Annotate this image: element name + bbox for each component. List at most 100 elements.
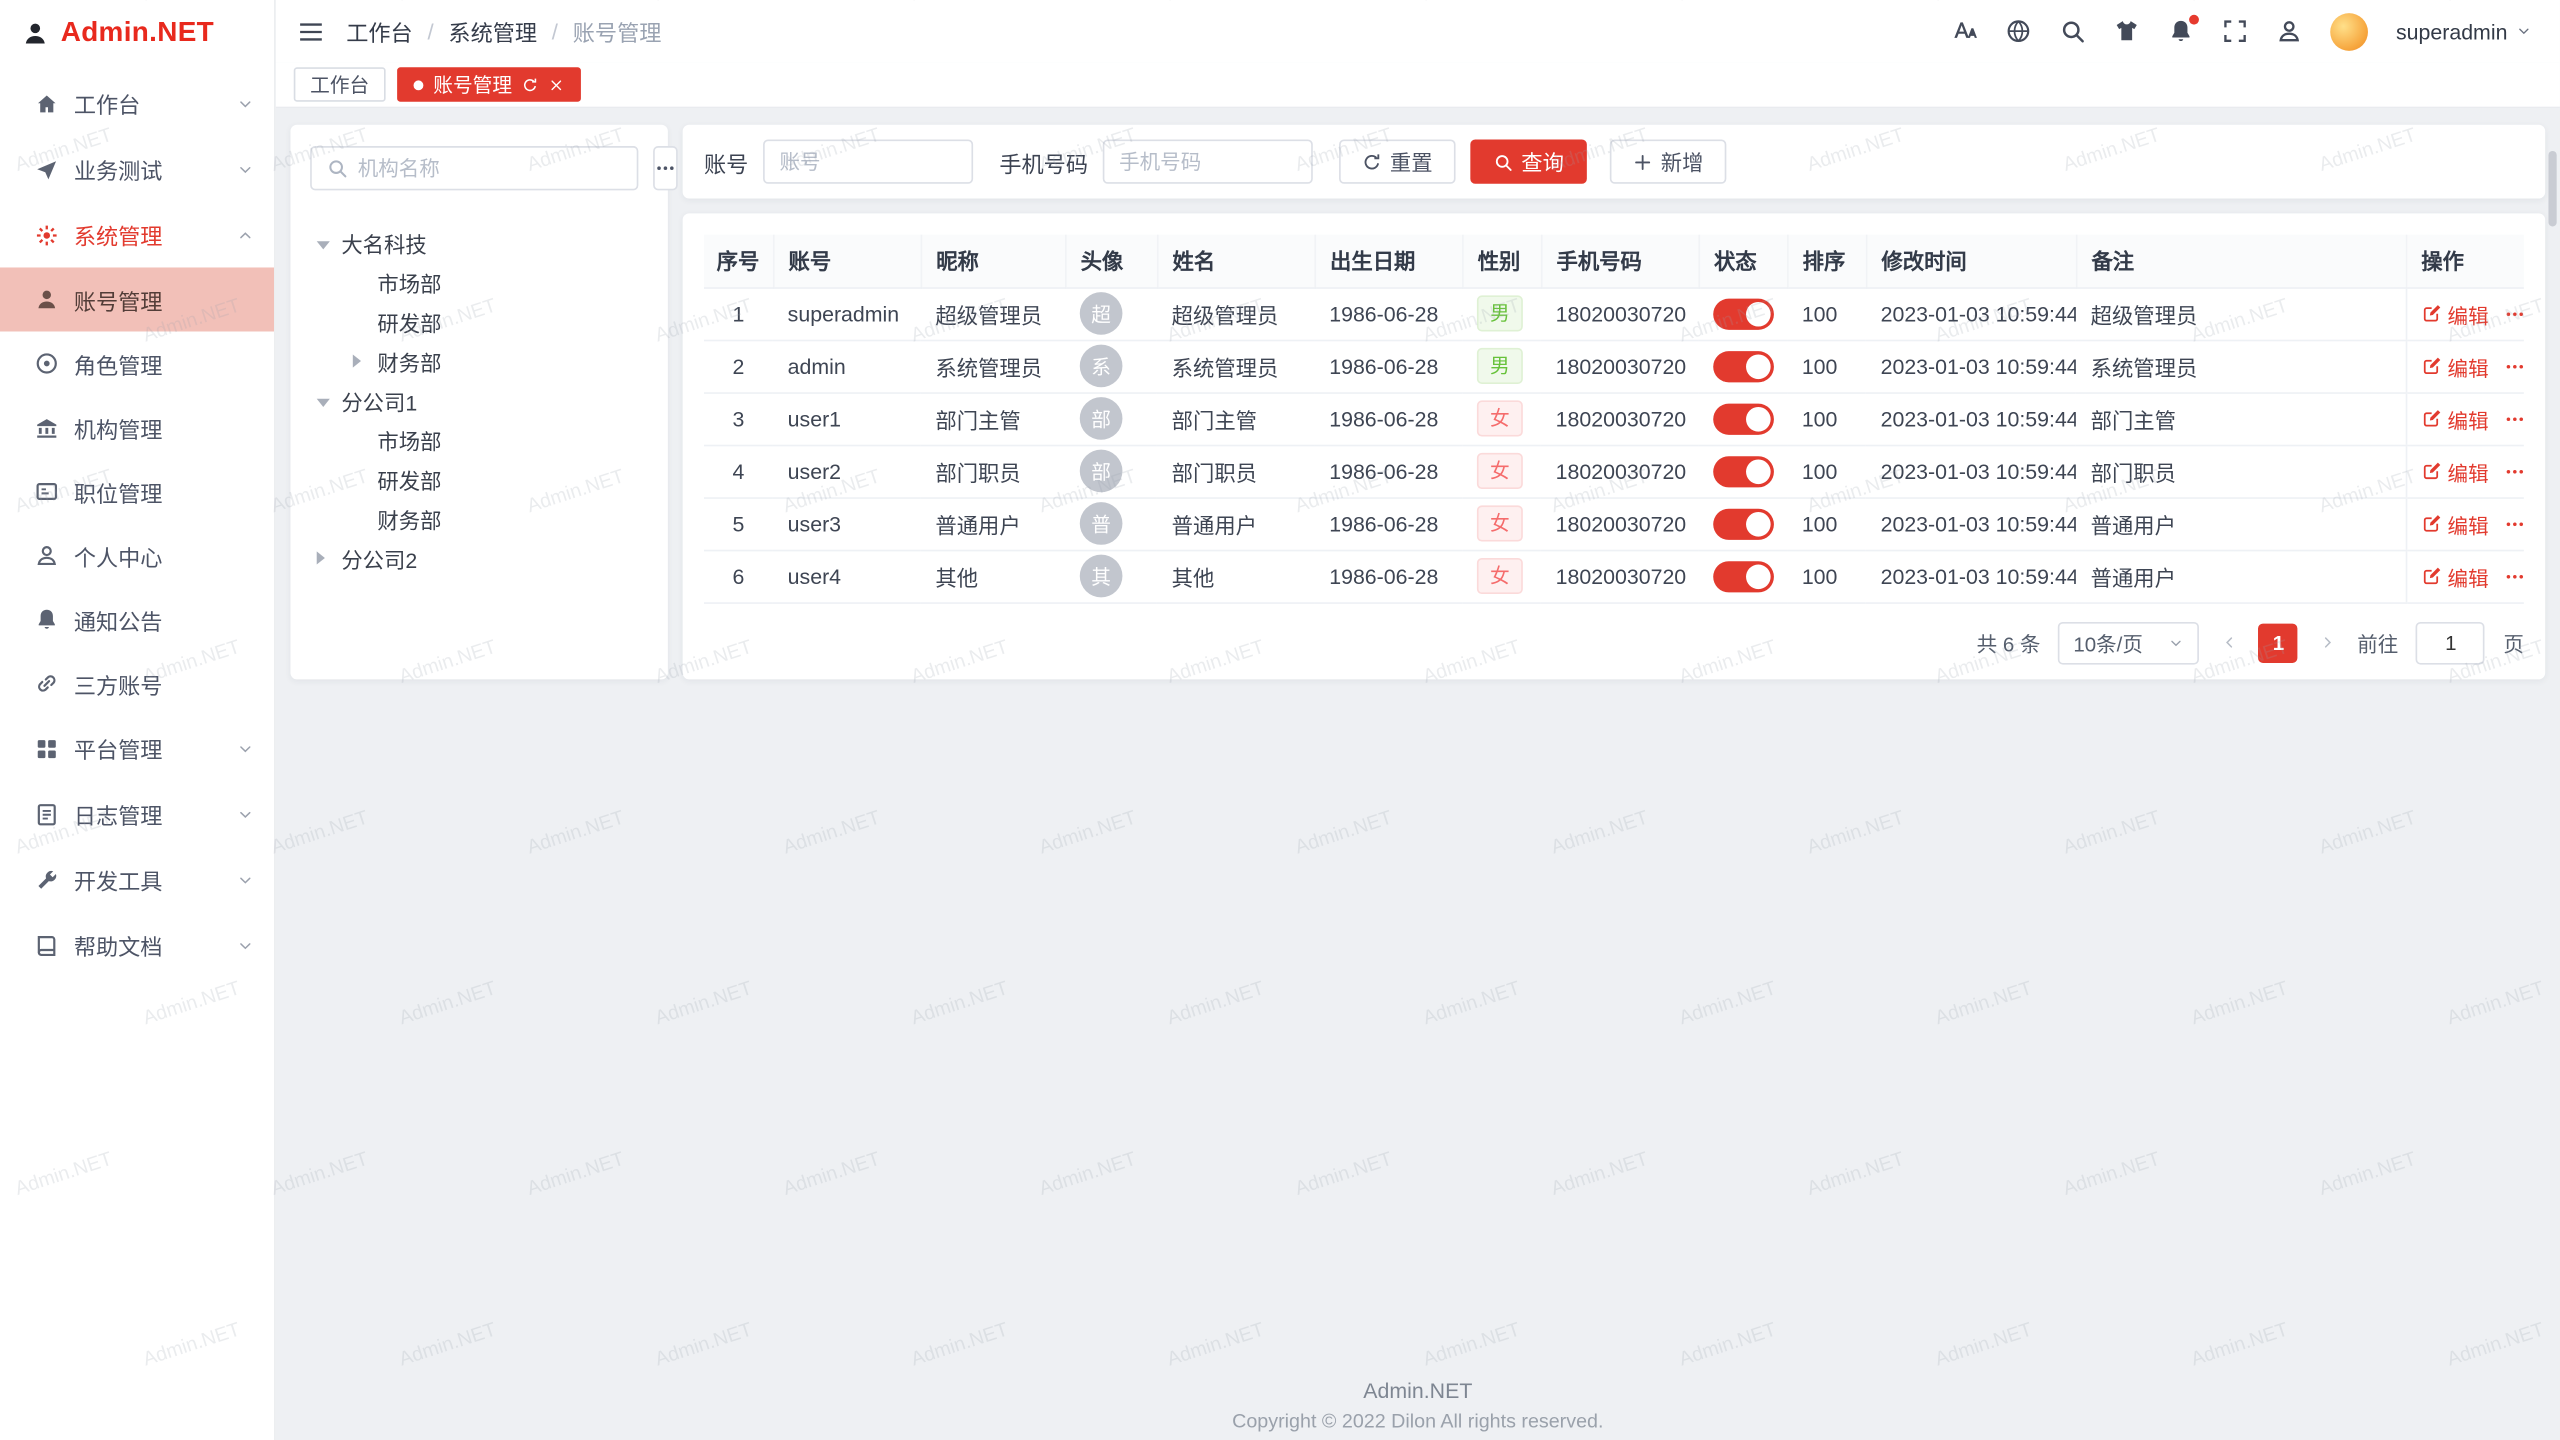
sidebar-item-post-admin[interactable]: 职位管理: [0, 459, 274, 523]
toggle-knob: [1746, 301, 1771, 326]
table-card: 序号账号昵称头像姓名出生日期性别手机号码状态排序修改时间备注操作1superad…: [683, 213, 2546, 678]
sidebar-item-role-admin[interactable]: 角色管理: [0, 331, 274, 395]
sidebar-group-dev-tools[interactable]: 开发工具: [0, 847, 274, 913]
row-more-button[interactable]: [2503, 303, 2523, 324]
user-menu[interactable]: superadmin: [2396, 19, 2532, 44]
sidebar-item-account-admin[interactable]: 账号管理: [0, 267, 274, 331]
font-size-icon[interactable]: [1951, 18, 1977, 44]
org-search-input[interactable]: [358, 157, 622, 180]
tab-account-admin[interactable]: 账号管理: [397, 67, 581, 101]
gender-badge: 男: [1477, 347, 1523, 384]
breadcrumb-item[interactable]: 账号管理: [573, 15, 662, 48]
next-page-button[interactable]: [2316, 623, 2339, 662]
caret-triangle: [317, 240, 330, 248]
row-more-button[interactable]: [2503, 513, 2523, 534]
cell-order: 100: [1787, 550, 1866, 603]
status-toggle[interactable]: [1713, 560, 1774, 591]
cell-no: 3: [704, 392, 773, 445]
theme-icon[interactable]: [2114, 18, 2140, 44]
page-size-select[interactable]: 10条/页: [2059, 621, 2200, 664]
page-1-button[interactable]: 1: [2259, 623, 2298, 662]
reset-button[interactable]: 重置: [1339, 139, 1456, 183]
sidebar-group-system-admin[interactable]: 系统管理: [0, 202, 274, 268]
language-icon[interactable]: [2005, 18, 2031, 44]
sidebar-item-notice[interactable]: 通知公告: [0, 587, 274, 651]
status-toggle[interactable]: [1713, 298, 1774, 329]
edit-label: 编辑: [2448, 350, 2489, 381]
logo[interactable]: Admin.NET: [0, 0, 274, 66]
row-more-button[interactable]: [2503, 408, 2523, 429]
sidebar-group-log-admin[interactable]: 日志管理: [0, 781, 274, 847]
edit-button[interactable]: 编辑: [2421, 508, 2488, 539]
cell-no: 4: [704, 445, 773, 498]
status-toggle[interactable]: [1713, 455, 1774, 486]
table-row: 4user2部门职员部部门职员1986-06-28女18020030720100…: [704, 445, 2524, 498]
tree-node[interactable]: 财务部: [310, 501, 648, 537]
table-header-row: 序号账号昵称头像姓名出生日期性别手机号码状态排序修改时间备注操作: [704, 235, 2524, 288]
menu-toggle-icon[interactable]: [297, 17, 325, 45]
account-input[interactable]: [763, 139, 973, 183]
sidebar-group-workbench[interactable]: 工作台: [0, 71, 274, 137]
column-header-account: 账号: [773, 235, 921, 288]
sidebar-group-business-test[interactable]: 业务测试: [0, 136, 274, 202]
breadcrumb: 工作台/系统管理/账号管理: [346, 15, 661, 48]
cell-account: user4: [773, 550, 921, 603]
scrollbar[interactable]: [2548, 151, 2556, 226]
column-header-nickname: 昵称: [921, 235, 1065, 288]
table-row: 5user3普通用户普普通用户1986-06-28女18020030720100…: [704, 497, 2524, 550]
status-toggle[interactable]: [1713, 350, 1774, 381]
row-more-button[interactable]: [2503, 460, 2523, 481]
tree-node[interactable]: 分公司2: [310, 540, 648, 576]
org-more-button[interactable]: [653, 146, 678, 190]
footer-title: Admin.NET: [276, 1378, 2560, 1403]
user-avatar[interactable]: [2330, 12, 2368, 50]
phone-input[interactable]: [1103, 139, 1313, 183]
profile-icon[interactable]: [2276, 18, 2302, 44]
row-more-button[interactable]: [2503, 355, 2523, 376]
page-size-value: 10条/页: [2073, 627, 2143, 658]
tree-node[interactable]: 分公司1: [310, 382, 648, 418]
search-button[interactable]: 查询: [1470, 139, 1587, 183]
chevron-down-icon: [236, 805, 254, 823]
tree-node[interactable]: 市场部: [310, 264, 648, 300]
status-toggle[interactable]: [1713, 403, 1774, 434]
prev-page-button[interactable]: [2218, 623, 2241, 662]
edit-button[interactable]: 编辑: [2421, 350, 2488, 381]
tree-node[interactable]: 研发部: [310, 461, 648, 497]
goto-page-input[interactable]: [2416, 621, 2485, 664]
status-toggle[interactable]: [1713, 508, 1774, 539]
phone-field: 手机号码: [999, 139, 1312, 183]
tab-refresh-icon[interactable]: [522, 76, 538, 92]
sidebar-item-profile-center[interactable]: 个人中心: [0, 523, 274, 587]
tab-label: 账号管理: [433, 71, 512, 99]
column-header-birthday: 出生日期: [1314, 235, 1462, 288]
chevron-down-icon: [236, 936, 254, 954]
sidebar-item-third-account[interactable]: 三方账号: [0, 651, 274, 715]
business-test-icon: [34, 157, 59, 182]
add-button[interactable]: 新增: [1610, 139, 1727, 183]
notification-icon[interactable]: [2168, 18, 2194, 44]
tree-node[interactable]: 市场部: [310, 422, 648, 458]
sidebar-group-platform-admin[interactable]: 平台管理: [0, 715, 274, 781]
cell-status: [1698, 445, 1787, 498]
edit-button[interactable]: 编辑: [2421, 403, 2488, 434]
tab-workbench[interactable]: 工作台: [294, 67, 386, 101]
search-icon[interactable]: [2060, 18, 2086, 44]
tree-node[interactable]: 研发部: [310, 304, 648, 340]
cell-order: 100: [1787, 287, 1866, 340]
breadcrumb-item[interactable]: 系统管理: [448, 15, 537, 48]
edit-button[interactable]: 编辑: [2421, 298, 2488, 329]
edit-button[interactable]: 编辑: [2421, 455, 2488, 486]
tree-node[interactable]: 大名科技: [310, 225, 648, 261]
edit-button[interactable]: 编辑: [2421, 560, 2488, 591]
edit-icon: [2421, 514, 2441, 534]
tree-node[interactable]: 财务部: [310, 343, 648, 379]
fullscreen-icon[interactable]: [2222, 18, 2248, 44]
table-row: 2admin系统管理员系系统管理员1986-06-28男180200307201…: [704, 340, 2524, 393]
sidebar-group-help-docs[interactable]: 帮助文档: [0, 912, 274, 978]
row-more-button[interactable]: [2503, 565, 2523, 586]
chevron-down-icon: [236, 871, 254, 889]
tab-close-icon[interactable]: [548, 76, 564, 92]
sidebar-item-org-admin[interactable]: 机构管理: [0, 395, 274, 459]
breadcrumb-item[interactable]: 工作台: [346, 15, 412, 48]
